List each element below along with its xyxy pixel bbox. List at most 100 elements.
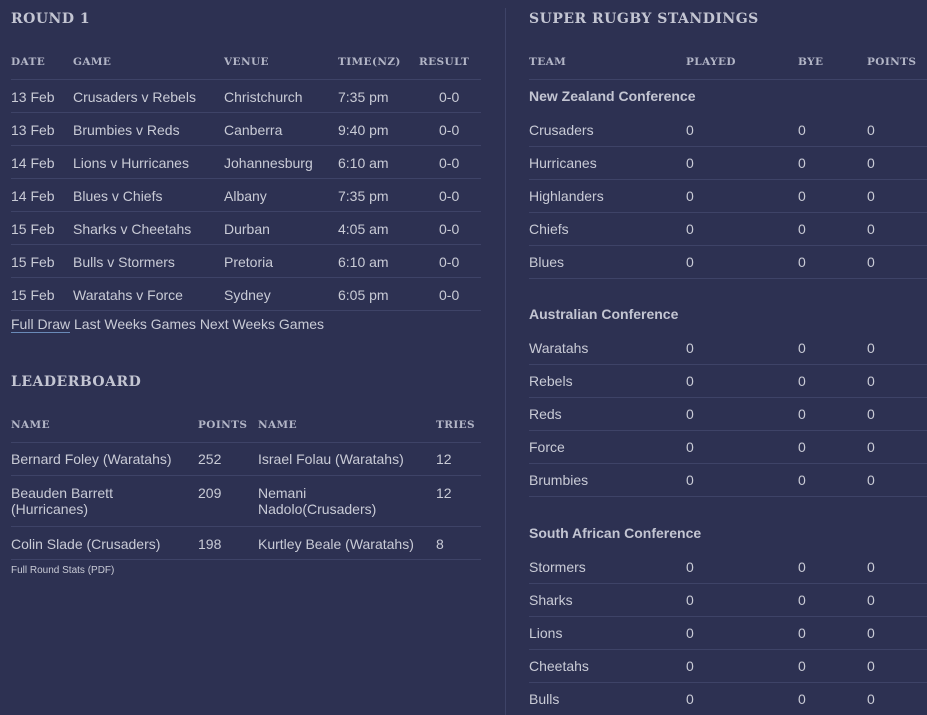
team-points: 0 xyxy=(867,122,875,138)
header-venue: VENUE xyxy=(224,56,269,68)
team-played: 0 xyxy=(686,592,694,608)
tries-leader-name: Kurtley Beale (Waratahs) xyxy=(258,536,414,552)
points-leader-name: Bernard Foley (Waratahs) xyxy=(11,451,172,467)
game-venue: Durban xyxy=(224,221,270,237)
team-bye: 0 xyxy=(798,559,806,575)
game-row: 14 Feb Lions v Hurricanes Johannesburg 6:10… xyxy=(11,146,481,179)
game-venue: Johannesburg xyxy=(224,155,313,171)
team-name: Brumbies xyxy=(529,472,589,488)
game-date: 13 Feb xyxy=(11,122,55,138)
points-value: 198 xyxy=(198,536,222,552)
standings-row: Bulls 0 0 0 xyxy=(529,683,927,715)
team-played: 0 xyxy=(686,221,694,237)
game-result: 0-0 xyxy=(439,89,460,105)
game-date: 13 Feb xyxy=(11,89,55,105)
points-value: 252 xyxy=(198,451,222,467)
game-matchup: Bulls v Stormers xyxy=(73,254,175,270)
header-time: TIME(NZ) xyxy=(338,56,401,68)
team-name: Highlanders xyxy=(529,188,604,204)
leaderboard-row: Colin Slade (Crusaders) 198 Kurtley Beal… xyxy=(11,527,481,560)
team-played: 0 xyxy=(686,188,694,204)
team-bye: 0 xyxy=(798,221,806,237)
game-row: 15 Feb Sharks v Cheetahs Durban 4:05 am 0-0 xyxy=(11,212,481,245)
standings-row: Brumbies 0 0 0 xyxy=(529,464,927,497)
column-divider xyxy=(505,8,506,715)
standings-header-row: TEAM PLAYED BYE POINTS xyxy=(529,52,927,80)
game-matchup: Blues v Chiefs xyxy=(73,188,163,204)
team-bye: 0 xyxy=(798,439,806,455)
team-points: 0 xyxy=(867,592,875,608)
team-bye: 0 xyxy=(798,592,806,608)
game-result: 0-0 xyxy=(439,221,460,237)
standings-row: Chiefs 0 0 0 xyxy=(529,213,927,246)
conference-title: New Zealand Conference xyxy=(529,88,696,104)
game-matchup: Lions v Hurricanes xyxy=(73,155,189,171)
team-name: Stormers xyxy=(529,559,586,575)
conference-title: Australian Conference xyxy=(529,306,679,322)
team-name: Sharks xyxy=(529,592,573,608)
game-date: 15 Feb xyxy=(11,287,55,303)
standings-row: Hurricanes 0 0 0 xyxy=(529,147,927,180)
standings-row: Crusaders 0 0 0 xyxy=(529,114,927,147)
last-weeks-games-link[interactable]: Last Weeks Games xyxy=(74,316,196,332)
games-header-row: DATE GAME VENUE TIME(NZ) RESULT xyxy=(11,52,481,80)
team-points: 0 xyxy=(867,221,875,237)
team-bye: 0 xyxy=(798,691,806,707)
game-time: 6:10 am xyxy=(338,254,389,270)
header-played: PLAYED xyxy=(686,56,736,68)
game-time: 9:40 pm xyxy=(338,122,389,138)
standings-row: Rebels 0 0 0 xyxy=(529,365,927,398)
team-played: 0 xyxy=(686,340,694,356)
game-result: 0-0 xyxy=(439,155,460,171)
team-bye: 0 xyxy=(798,406,806,422)
header-date: DATE xyxy=(11,56,46,68)
team-points: 0 xyxy=(867,340,875,356)
game-venue: Pretoria xyxy=(224,254,274,270)
next-weeks-games-link[interactable]: Next Weeks Games xyxy=(200,316,324,332)
game-matchup: Sharks v Cheetahs xyxy=(73,221,192,237)
team-bye: 0 xyxy=(798,373,806,389)
team-points: 0 xyxy=(867,472,875,488)
standings-row: Lions 0 0 0 xyxy=(529,617,927,650)
team-name: Hurricanes xyxy=(529,155,597,171)
team-points: 0 xyxy=(867,188,875,204)
team-points: 0 xyxy=(867,373,875,389)
game-matchup: Crusaders v Rebels xyxy=(73,89,196,105)
standings-row: Blues 0 0 0 xyxy=(529,246,927,279)
full-draw-link[interactable]: Full Draw xyxy=(11,316,71,333)
team-played: 0 xyxy=(686,439,694,455)
team-bye: 0 xyxy=(798,122,806,138)
game-time: 6:10 am xyxy=(338,155,389,171)
full-round-stats-link[interactable]: Full Round Stats (PDF) xyxy=(11,565,114,576)
game-venue: Albany xyxy=(224,188,267,204)
standings-row: Reds 0 0 0 xyxy=(529,398,927,431)
team-played: 0 xyxy=(686,122,694,138)
standings-title: SUPER RUGBY STANDINGS xyxy=(529,11,759,27)
team-bye: 0 xyxy=(798,254,806,270)
team-points: 0 xyxy=(867,559,875,575)
conference-title: South African Conference xyxy=(529,525,702,541)
team-points: 0 xyxy=(867,155,875,171)
team-points: 0 xyxy=(867,691,875,707)
header-name-tries: NAME xyxy=(258,419,297,431)
team-points: 0 xyxy=(867,406,875,422)
team-played: 0 xyxy=(686,625,694,641)
leaderboard-row: Beauden Barrett (Hurricanes) 209 Nemani Na… xyxy=(11,476,481,527)
game-time: 4:05 am xyxy=(338,221,389,237)
team-played: 0 xyxy=(686,559,694,575)
leaderboard-title: LEADERBOARD xyxy=(11,374,142,390)
standings-row: Waratahs 0 0 0 xyxy=(529,332,927,365)
team-played: 0 xyxy=(686,373,694,389)
team-name: Rebels xyxy=(529,373,573,389)
team-name: Bulls xyxy=(529,691,560,707)
leaderboard-header-row: NAME POINTS NAME TRIES xyxy=(11,415,481,443)
game-row: 13 Feb Brumbies v Reds Canberra 9:40 pm 0-0 xyxy=(11,113,481,146)
team-points: 0 xyxy=(867,254,875,270)
team-played: 0 xyxy=(686,254,694,270)
game-venue: Sydney xyxy=(224,287,271,303)
team-name: Chiefs xyxy=(529,221,569,237)
team-bye: 0 xyxy=(798,340,806,356)
team-name: Waratahs xyxy=(529,340,589,356)
game-time: 7:35 pm xyxy=(338,89,389,105)
header-name-points: NAME xyxy=(11,419,50,431)
